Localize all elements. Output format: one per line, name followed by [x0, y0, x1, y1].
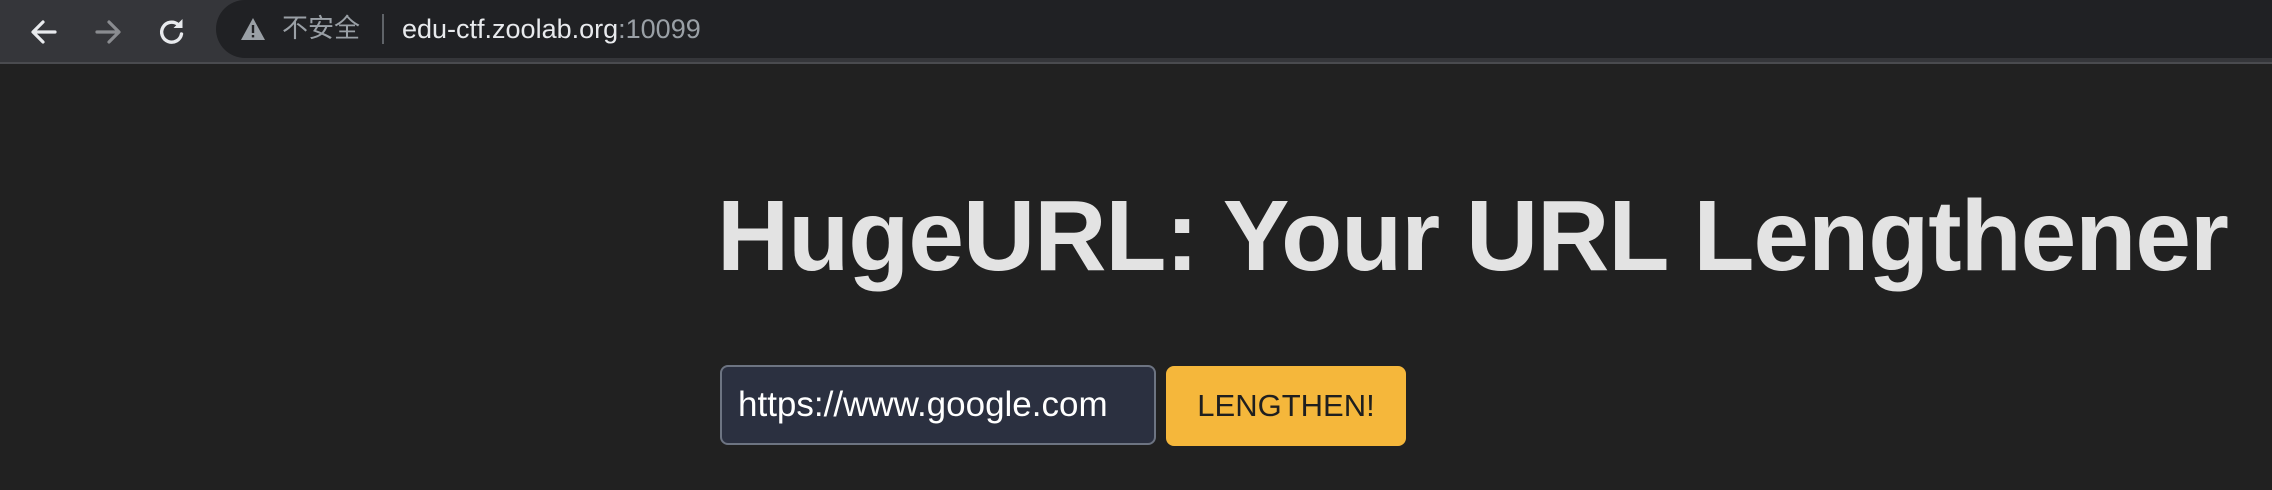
page-content: HugeURL: Your URL Lengthener LENGTHEN! [0, 64, 2272, 490]
reload-button[interactable] [150, 10, 194, 54]
arrow-left-icon [31, 20, 57, 44]
url-text[interactable]: edu-ctf.zoolab.org:10099 [402, 13, 701, 45]
browser-toolbar: 不安全 edu-ctf.zoolab.org:10099 [0, 0, 2272, 64]
warning-triangle-icon [241, 18, 265, 40]
forward-button[interactable] [86, 10, 130, 54]
address-bar-divider [382, 14, 384, 44]
arrow-right-icon [95, 20, 121, 44]
url-port: :10099 [618, 14, 701, 44]
lengthen-button[interactable]: LENGTHEN! [1166, 366, 1406, 446]
security-status-label[interactable]: 不安全 [282, 13, 360, 45]
address-bar[interactable]: 不安全 edu-ctf.zoolab.org:10099 [216, 0, 2272, 58]
page-title: HugeURL: Your URL Lengthener [717, 180, 2229, 292]
url-input[interactable] [720, 365, 1156, 445]
back-button[interactable] [22, 10, 66, 54]
url-host: edu-ctf.zoolab.org [402, 14, 619, 44]
reload-icon [159, 19, 184, 44]
